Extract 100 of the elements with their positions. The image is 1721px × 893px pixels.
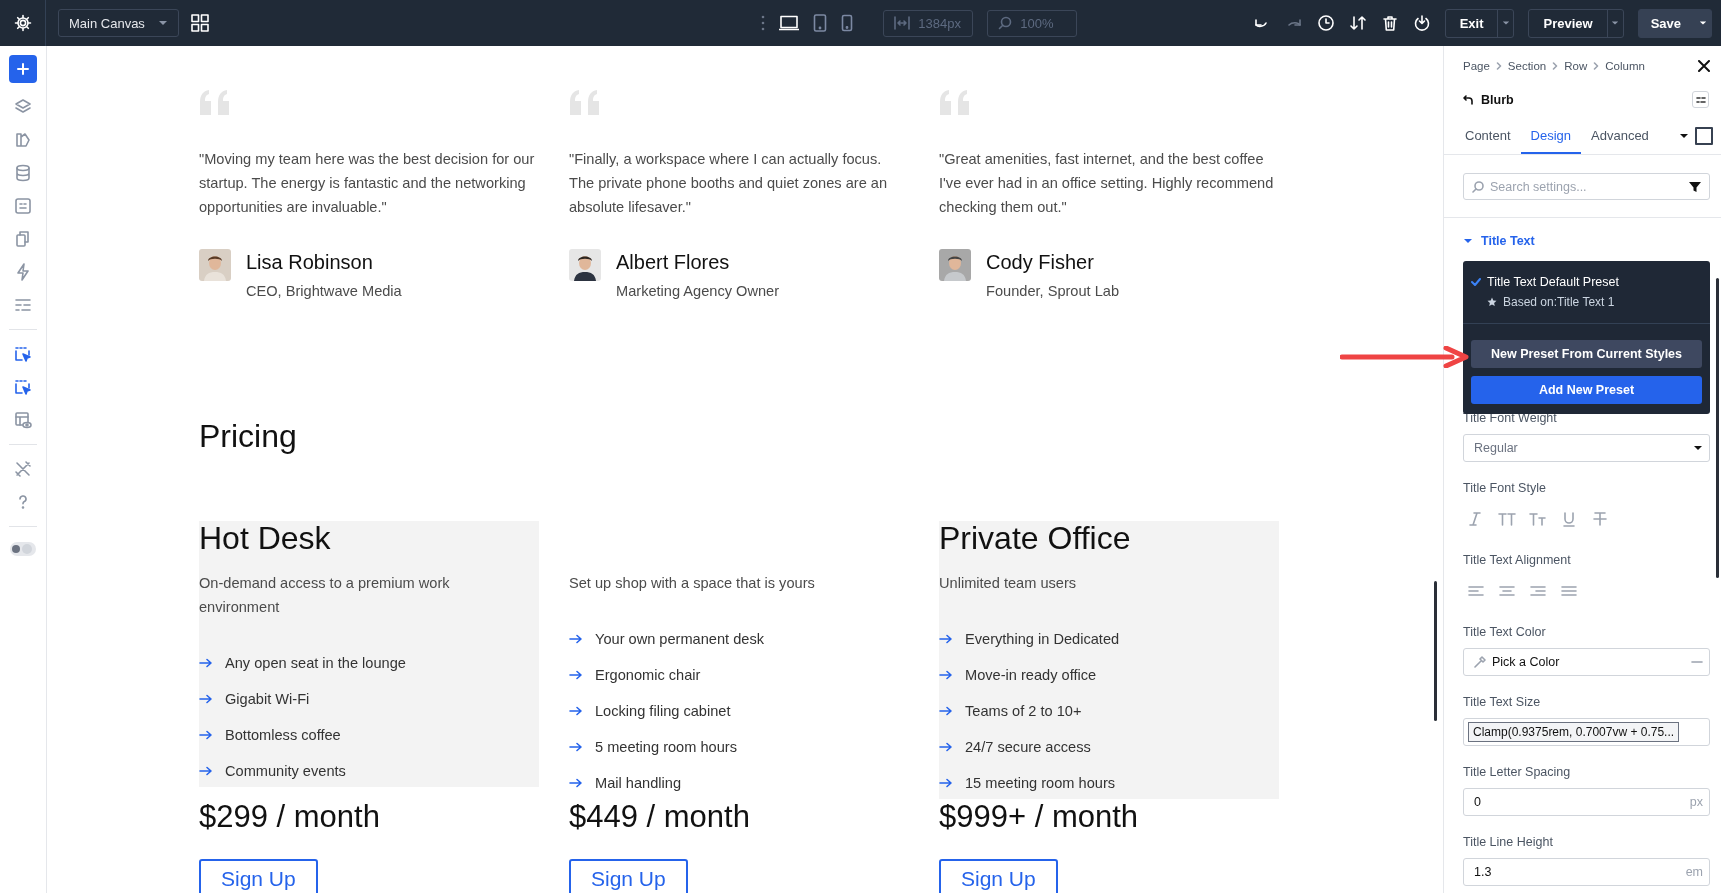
capitalize-icon[interactable] (1529, 511, 1547, 527)
select-icon[interactable] (14, 345, 32, 363)
author-role: Marketing Agency Owner (616, 283, 780, 299)
align-right-icon[interactable] (1529, 583, 1547, 599)
plan-title: Hot Desk (199, 521, 332, 555)
canvas-dropdown[interactable]: Main Canvas (58, 9, 179, 37)
field-label: Title Font Style (1463, 481, 1547, 495)
justify-icon[interactable] (1560, 583, 1578, 599)
caret-icon (1679, 133, 1689, 139)
breadcrumb-link[interactable]: Page (1463, 60, 1490, 72)
arrow-icon (199, 658, 213, 668)
tab[interactable]: Design (1520, 118, 1581, 154)
field-label: Title Line Height (1463, 835, 1554, 849)
arrow-icon (569, 778, 583, 788)
preset-source: Based on:Title Text 1 (1503, 295, 1615, 309)
add-icon[interactable] (9, 55, 37, 83)
select-icon[interactable] (14, 378, 32, 396)
breadcrumb-link[interactable]: Row (1564, 60, 1588, 72)
sort-icon[interactable] (1348, 14, 1367, 32)
author-role: Founder, Sprout Lab (986, 283, 1120, 299)
author-name: Albert Flores (616, 250, 731, 275)
theme-toggle[interactable] (10, 542, 36, 556)
feature-text: Community events (225, 763, 346, 779)
arrow-icon (199, 730, 213, 740)
power-icon[interactable] (1412, 14, 1431, 32)
feature-text: Everything in Dedicated (965, 631, 1120, 647)
signup-button[interactable]: Sign Up (199, 859, 318, 893)
feature-text: 5 meeting room hours (595, 739, 737, 755)
breadcrumb-link[interactable]: Column (1605, 60, 1645, 72)
tab[interactable]: Advanced (1581, 118, 1659, 154)
feature-text: 15 meeting room hours (965, 775, 1116, 791)
close-icon[interactable] (1698, 60, 1710, 72)
options-icon (1695, 95, 1706, 104)
signup-button[interactable]: Sign Up (939, 859, 1058, 893)
arrow-icon (939, 634, 953, 644)
list-icon[interactable] (14, 296, 32, 314)
align-left-icon[interactable] (1467, 583, 1485, 599)
align-center-icon[interactable] (1498, 583, 1516, 599)
input-field[interactable]: Clamp(0.9375rem, 0.7007vw + 0.75... (1463, 718, 1710, 746)
preset-button[interactable]: Add New Preset (1471, 376, 1702, 404)
arrow-icon (569, 634, 583, 644)
tools-icon[interactable] (14, 460, 32, 478)
select-field[interactable]: Regular (1463, 434, 1710, 462)
feature-text: Any open seat in the lounge (225, 655, 406, 671)
caret-icon (1611, 20, 1620, 26)
breadcrumb-link[interactable]: Section (1507, 60, 1547, 72)
chevron-icon (1552, 62, 1559, 70)
width-icon (894, 16, 911, 30)
preset-button[interactable]: New Preset From Current Styles (1471, 340, 1702, 368)
author-name: Cody Fisher (986, 250, 1095, 275)
options-button[interactable] (1692, 91, 1709, 108)
square-icon[interactable] (1695, 127, 1713, 145)
uppercase-icon[interactable] (1498, 511, 1516, 527)
pages-icon[interactable] (14, 230, 32, 248)
caret-icon (1693, 445, 1703, 451)
plan-description: On-demand access to a premium work environment (199, 574, 451, 617)
library-icon[interactable] (14, 131, 32, 149)
arrow-icon (199, 694, 213, 704)
grid-icon[interactable] (191, 14, 209, 32)
strikethrough-icon[interactable] (1591, 511, 1609, 527)
underline-icon[interactable] (1560, 511, 1578, 527)
back-icon[interactable] (1463, 94, 1473, 105)
desktop-icon[interactable] (779, 15, 800, 31)
database-icon[interactable] (14, 164, 32, 182)
input-field[interactable]: 1.3 em (1463, 858, 1710, 886)
template-icon[interactable] (14, 411, 32, 429)
chevron-icon (1593, 62, 1600, 70)
minus-icon (1691, 661, 1703, 663)
field-label: Title Text Color (1463, 625, 1547, 639)
color-field[interactable]: Pick a Color (1463, 648, 1710, 676)
signup-button[interactable]: Sign Up (569, 859, 688, 893)
eyedropper-icon (1474, 656, 1486, 668)
trash-icon[interactable] (1380, 14, 1399, 32)
clock-icon[interactable] (1316, 14, 1335, 32)
arrow-icon (939, 670, 953, 680)
tab[interactable]: Content (1455, 118, 1521, 154)
field-label: Title Text Size (1463, 695, 1542, 709)
feature-text: 24/7 secure access (965, 739, 1091, 755)
feature-text: Move-in ready office (965, 667, 1097, 683)
layers-icon[interactable] (14, 98, 32, 116)
testimonial-quote: "Finally, a workspace where I can actually focus. The private phone booths and quiet zones are an absolute lifesaver." (569, 150, 889, 217)
phone-icon[interactable] (841, 14, 854, 32)
feature-text: Teams of 2 to 10+ (965, 703, 1082, 719)
feature-text: Your own permanent desk (595, 631, 765, 647)
form-icon[interactable] (14, 197, 32, 215)
arrow-icon (569, 670, 583, 680)
caret-icon (158, 20, 168, 26)
author-role: CEO, Brightwave Media (246, 283, 402, 299)
plan-price: $999+ / month (939, 799, 1140, 835)
section-title[interactable]: Title Text (1481, 234, 1535, 248)
input-field[interactable]: 0 px (1463, 788, 1710, 816)
settings-icon[interactable] (13, 14, 32, 32)
field-label: Title Text Alignment (1463, 553, 1572, 567)
more-icon[interactable] (761, 15, 766, 31)
preset-name[interactable]: Title Text Default Preset (1487, 275, 1619, 289)
caret-icon[interactable] (1463, 238, 1473, 244)
bolt-icon[interactable] (14, 263, 32, 281)
plan-description: Unlimited team users (939, 574, 1078, 593)
tablet-icon[interactable] (813, 14, 828, 32)
arrow-icon (939, 742, 953, 752)
